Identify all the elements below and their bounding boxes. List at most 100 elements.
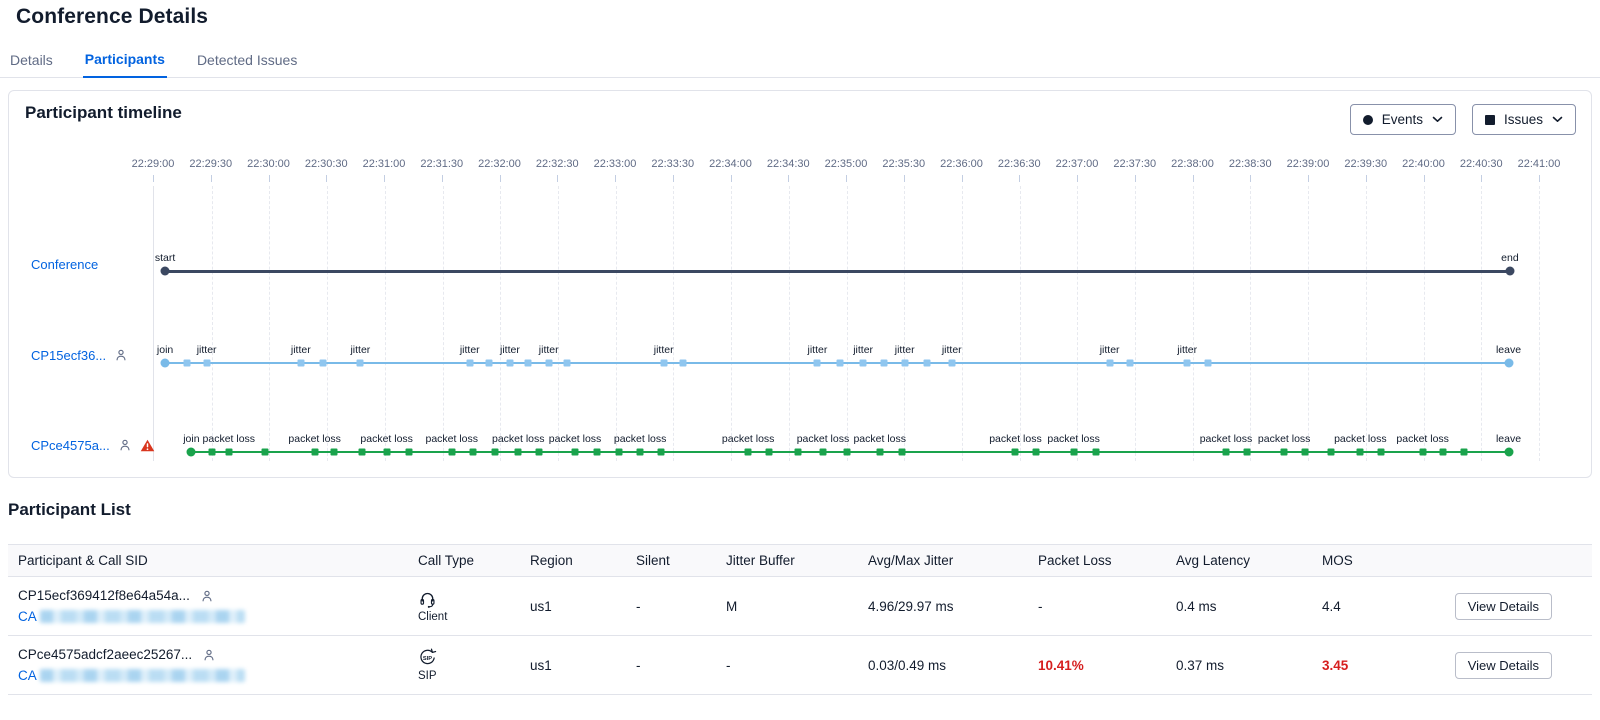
- event-marker[interactable]: [814, 360, 821, 367]
- axis-tick: [673, 175, 674, 182]
- event-marker[interactable]: [657, 449, 664, 456]
- event-marker[interactable]: [203, 360, 210, 367]
- conference-link[interactable]: Conference: [31, 257, 98, 272]
- event-marker[interactable]: [1070, 449, 1077, 456]
- event-marker[interactable]: [1033, 449, 1040, 456]
- event-marker[interactable]: [1127, 360, 1134, 367]
- axis-tick: [211, 175, 212, 182]
- event-marker[interactable]: [637, 449, 644, 456]
- event-marker[interactable]: [1419, 449, 1426, 456]
- event-marker[interactable]: [383, 449, 390, 456]
- event-marker[interactable]: [209, 449, 216, 456]
- event-marker[interactable]: [765, 449, 772, 456]
- event-marker[interactable]: [572, 449, 579, 456]
- event-marker[interactable]: [1012, 449, 1019, 456]
- axis-tick-label: 22:39:30: [1344, 158, 1387, 170]
- event-marker[interactable]: [297, 360, 304, 367]
- gridline: [789, 186, 790, 461]
- axis-tick: [326, 175, 327, 182]
- event-marker[interactable]: [536, 449, 543, 456]
- event-marker[interactable]: [1378, 449, 1385, 456]
- event-marker[interactable]: [1184, 360, 1191, 367]
- event-marker[interactable]: [843, 449, 850, 456]
- event-marker[interactable]: [311, 449, 318, 456]
- event-marker[interactable]: [1281, 449, 1288, 456]
- view-details-button[interactable]: View Details: [1455, 652, 1552, 679]
- event-marker[interactable]: [491, 449, 498, 456]
- event-marker[interactable]: [405, 449, 412, 456]
- tab-details[interactable]: Details: [8, 52, 55, 77]
- event-label: jitter: [654, 344, 674, 356]
- issues-dropdown[interactable]: Issues: [1472, 104, 1576, 135]
- col-avg-max-jitter: Avg/Max Jitter: [868, 553, 1038, 568]
- headset-client-icon: [418, 589, 437, 609]
- event-marker[interactable]: [1504, 359, 1513, 368]
- event-marker[interactable]: [923, 360, 930, 367]
- event-marker[interactable]: [1461, 449, 1468, 456]
- tab-detected-issues[interactable]: Detected Issues: [195, 52, 299, 77]
- event-marker[interactable]: [898, 449, 905, 456]
- event-marker[interactable]: [515, 449, 522, 456]
- event-marker[interactable]: [860, 360, 867, 367]
- call-sid-link[interactable]: CA: [18, 610, 37, 624]
- event-label: packet loss: [1047, 433, 1100, 445]
- event-marker[interactable]: [1301, 449, 1308, 456]
- event-label: packet loss: [989, 433, 1042, 445]
- event-marker[interactable]: [680, 360, 687, 367]
- event-marker[interactable]: [469, 449, 476, 456]
- event-marker[interactable]: [745, 449, 752, 456]
- col-silent: Silent: [636, 553, 726, 568]
- event-marker[interactable]: [486, 360, 493, 367]
- event-label: start: [155, 252, 175, 264]
- event-marker[interactable]: [880, 360, 887, 367]
- event-marker[interactable]: [1243, 449, 1250, 456]
- events-dropdown[interactable]: Events: [1350, 104, 1456, 135]
- event-marker[interactable]: [1092, 449, 1099, 456]
- event-marker[interactable]: [358, 449, 365, 456]
- event-marker[interactable]: [1328, 449, 1335, 456]
- event-marker[interactable]: [819, 449, 826, 456]
- participant-1-link[interactable]: CP15ecf36...: [31, 348, 106, 363]
- event-marker[interactable]: [1106, 360, 1113, 367]
- event-marker[interactable]: [331, 449, 338, 456]
- event-marker[interactable]: [901, 360, 908, 367]
- event-marker[interactable]: [948, 360, 955, 367]
- event-marker[interactable]: [225, 449, 232, 456]
- participant-2-link[interactable]: CPce4575a...: [31, 438, 110, 453]
- axis-tick: [442, 175, 443, 182]
- event-marker[interactable]: [357, 360, 364, 367]
- event-marker[interactable]: [1204, 360, 1211, 367]
- event-marker[interactable]: [836, 360, 843, 367]
- event-marker[interactable]: [261, 449, 268, 456]
- event-marker[interactable]: [660, 360, 667, 367]
- chevron-down-icon: [1552, 116, 1563, 123]
- event-marker[interactable]: [448, 449, 455, 456]
- event-marker[interactable]: [319, 360, 326, 367]
- event-label: packet loss: [549, 433, 602, 445]
- event-marker[interactable]: [1357, 449, 1364, 456]
- event-marker[interactable]: [184, 360, 191, 367]
- event-marker[interactable]: [506, 360, 513, 367]
- event-marker[interactable]: [594, 449, 601, 456]
- event-marker[interactable]: [161, 359, 170, 368]
- call-sid-link[interactable]: CA: [18, 669, 37, 683]
- event-marker[interactable]: [795, 449, 802, 456]
- event-marker[interactable]: [1504, 448, 1513, 457]
- timeline-row-label-conference: Conference: [31, 254, 98, 274]
- jitter-buffer-cell: M: [726, 599, 868, 614]
- tab-participants[interactable]: Participants: [83, 51, 167, 78]
- view-details-button[interactable]: View Details: [1455, 593, 1552, 620]
- gridline: [962, 186, 963, 461]
- event-marker[interactable]: [524, 360, 531, 367]
- event-marker[interactable]: [876, 449, 883, 456]
- event-marker[interactable]: [187, 448, 196, 457]
- event-marker[interactable]: [545, 360, 552, 367]
- event-marker[interactable]: [466, 360, 473, 367]
- event-marker[interactable]: [1505, 267, 1514, 276]
- event-marker[interactable]: [1222, 449, 1229, 456]
- event-marker[interactable]: [1440, 449, 1447, 456]
- event-marker[interactable]: [563, 360, 570, 367]
- event-marker[interactable]: [161, 267, 170, 276]
- gridline: [1020, 186, 1021, 461]
- event-marker[interactable]: [616, 449, 623, 456]
